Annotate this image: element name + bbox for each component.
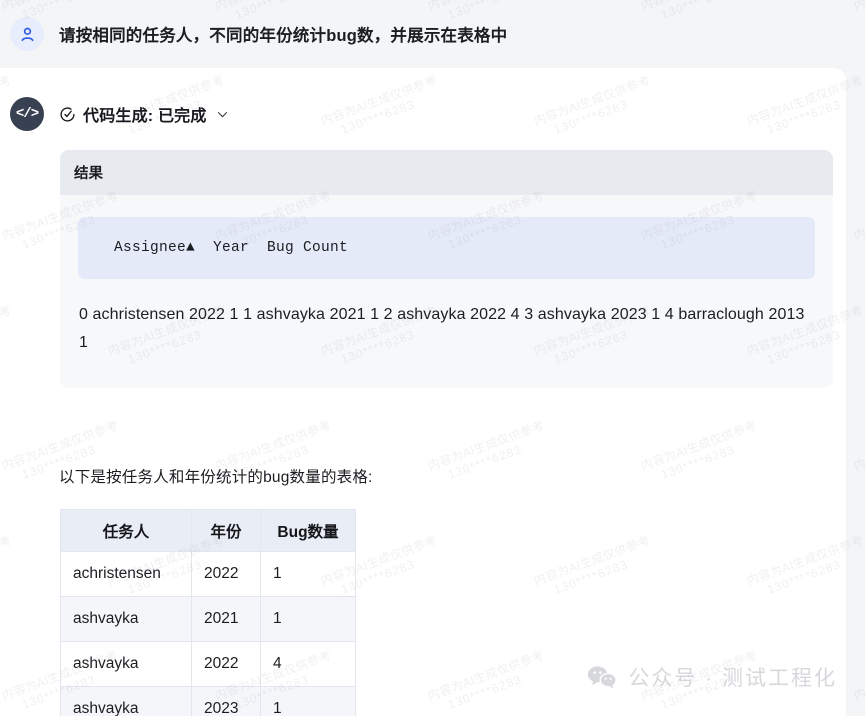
cell-bugcount: 1 <box>261 597 356 642</box>
result-panel-header-label: 结果 <box>74 162 103 183</box>
table-header-assignee: 任务人 <box>61 510 192 552</box>
cell-assignee: ashvayka <box>61 597 192 642</box>
chevron-down-icon[interactable] <box>214 107 230 122</box>
user-icon <box>18 25 37 44</box>
watermark-tile: 内容为AI生成仅供参考130****6283 <box>852 648 865 716</box>
result-panel-header: 结果 <box>60 150 833 195</box>
cell-year: 2023 <box>192 687 261 716</box>
cell-bugcount: 1 <box>261 552 356 597</box>
table-row: ashvayka 2021 1 <box>61 597 356 642</box>
narrative-text: 以下是按任务人和年份统计的bug数量的表格: <box>59 465 373 487</box>
table-row: achristensen 2022 1 <box>61 552 356 597</box>
cell-year: 2022 <box>192 552 261 597</box>
avatar <box>10 17 44 51</box>
table-header-year: 年份 <box>192 510 261 552</box>
result-panel-body: Assignee▲ Year Bug Count 0 achristensen … <box>60 195 833 388</box>
codegen-status-label: 代码生成: 已完成 <box>83 102 207 126</box>
code-output-header: Assignee▲ Year Bug Count <box>114 240 348 256</box>
watermark-tile: 内容为AI生成仅供参考130****6283 <box>852 418 865 487</box>
brand-footer: 公众号 · 测试工程化 <box>587 662 837 692</box>
bug-count-table: 任务人 年份 Bug数量 achristensen 2022 1 ashvayk… <box>60 509 356 716</box>
code-icon: </> <box>10 97 44 131</box>
code-output-block: Assignee▲ Year Bug Count <box>78 217 815 279</box>
cell-assignee: ashvayka <box>61 687 192 716</box>
codegen-status[interactable]: 代码生成: 已完成 <box>59 102 230 126</box>
result-output-text: 0 achristensen 2022 1 1 ashvayka 2021 1 … <box>78 301 815 358</box>
wechat-icon <box>587 665 617 689</box>
app-screen: 请按相同的任务人，不同的年份统计bug数，并展示在表格中 </> 代码生成: 已… <box>0 0 865 716</box>
check-circle-icon <box>59 106 76 123</box>
cell-assignee: achristensen <box>61 552 192 597</box>
codegen-header[interactable]: </> 代码生成: 已完成 <box>10 97 230 131</box>
table-header-bugcount: Bug数量 <box>261 510 356 552</box>
assistant-response-card: </> 代码生成: 已完成 结果 <box>0 68 846 716</box>
table-header-row: 任务人 年份 Bug数量 <box>61 510 356 552</box>
cell-bugcount: 1 <box>261 687 356 716</box>
user-message-text: 请按相同的任务人，不同的年份统计bug数，并展示在表格中 <box>59 22 507 46</box>
table-row: ashvayka 2022 4 <box>61 642 356 687</box>
cell-year: 2021 <box>192 597 261 642</box>
table-row: ashvayka 2023 1 <box>61 687 356 716</box>
cell-bugcount: 4 <box>261 642 356 687</box>
cell-assignee: ashvayka <box>61 642 192 687</box>
watermark-tile: 内容为AI生成仅供参考130****6283 <box>852 188 865 257</box>
result-panel: 结果 Assignee▲ Year Bug Count 0 achristens… <box>60 150 833 388</box>
brand-text: 公众号 · 测试工程化 <box>628 662 837 692</box>
user-message-row: 请按相同的任务人，不同的年份统计bug数，并展示在表格中 <box>0 0 865 68</box>
cell-year: 2022 <box>192 642 261 687</box>
